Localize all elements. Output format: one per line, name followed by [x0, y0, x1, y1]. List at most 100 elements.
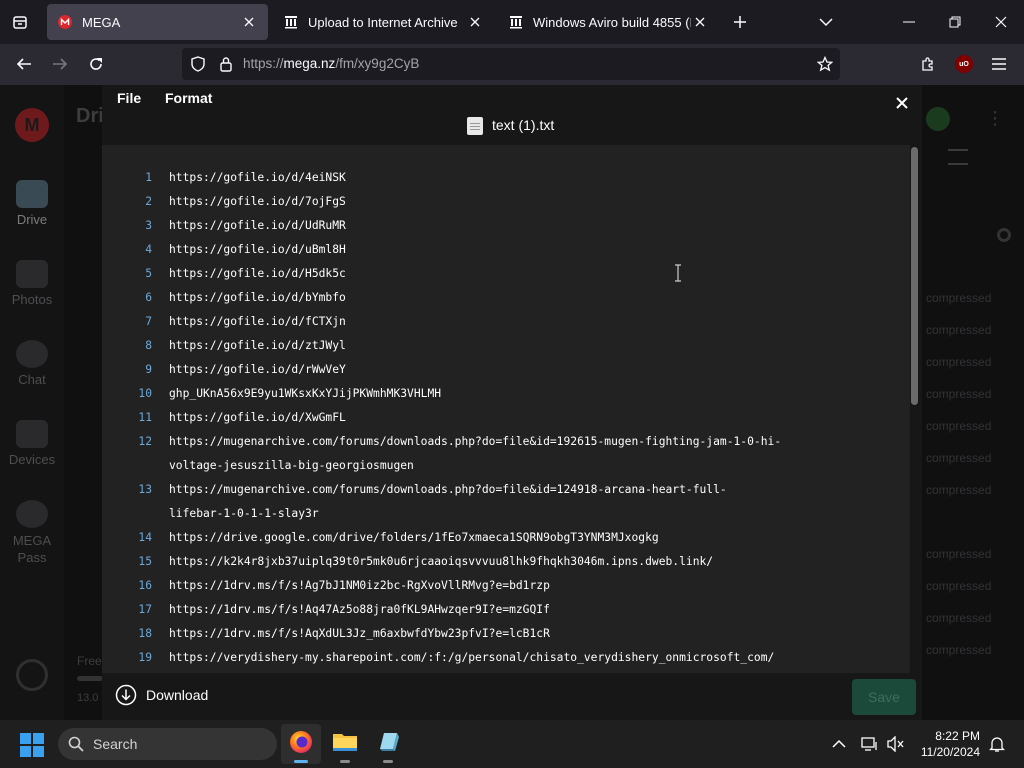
list-all-tabs-chevron-icon[interactable]	[814, 10, 838, 34]
lock-icon[interactable]	[216, 54, 236, 74]
close-tab-icon[interactable]	[240, 13, 258, 31]
tracking-protection-shield-icon[interactable]	[188, 54, 208, 74]
tab-upload-internet-archive[interactable]: Upload to Internet Archive	[273, 4, 494, 40]
close-tab-icon[interactable]	[691, 13, 709, 31]
line-number: 6	[145, 291, 152, 304]
tab-mega[interactable]: MEGA	[47, 4, 268, 40]
network-icon[interactable]	[858, 732, 882, 756]
tab-title: MEGA	[82, 14, 121, 30]
editor-text-area[interactable]: 1 https://gofile.io/d/4eiNSK 2 https://gofi…	[102, 145, 910, 673]
menu-file[interactable]: File	[117, 90, 141, 106]
save-button[interactable]: Save	[852, 679, 916, 715]
line-text: https://1drv.ms/f/s!Ag7bJ1NM0iz2bc-RgXvo…	[169, 579, 550, 592]
editor-line[interactable]: lifebar-1-0-1-1-slay3r	[102, 503, 910, 527]
url-path: /fm/xy9g2CyB	[335, 56, 420, 71]
line-number: 19	[138, 651, 152, 664]
line-text: https://mugenarchive.com/forums/download…	[169, 483, 727, 496]
file-type-label: compressed	[926, 483, 992, 497]
mega-logo: M	[15, 108, 49, 142]
line-number: 3	[145, 219, 152, 232]
hamburger-menu-icon[interactable]	[985, 50, 1013, 78]
tab-windows-aviro[interactable]: Windows Aviro build 4855 (Mil	[498, 4, 719, 40]
close-tab-icon[interactable]	[466, 13, 484, 31]
editor-line[interactable]: 14 https://drive.google.com/drive/folders…	[102, 527, 910, 551]
line-text: https://gofile.io/d/7ojFgS	[169, 195, 346, 208]
volume-muted-icon[interactable]	[884, 732, 908, 756]
search-label: Search	[93, 736, 138, 752]
line-number: 4	[145, 243, 152, 256]
close-editor-icon[interactable]	[893, 94, 911, 112]
text-cursor-ibeam-icon	[674, 264, 682, 282]
file-type-label: compressed	[926, 323, 992, 337]
gear-icon	[997, 228, 1011, 242]
line-number: 17	[138, 603, 152, 616]
close-window-icon[interactable]	[978, 6, 1024, 38]
line-number: 9	[145, 363, 152, 376]
editor-line[interactable]: 13 https://mugenarchive.com/forums/downlo…	[102, 479, 910, 503]
restore-window-icon[interactable]	[932, 6, 978, 38]
file-type-label: compressed	[926, 291, 992, 305]
taskbar-active-indicator	[294, 760, 308, 763]
editor-line[interactable]: 4 https://gofile.io/d/uBml8H	[102, 239, 910, 263]
bookmark-star-icon[interactable]	[814, 53, 836, 75]
download-icon[interactable]	[114, 683, 138, 707]
storage-free-label: Free	[77, 654, 102, 668]
editor-line[interactable]: 1 https://gofile.io/d/4eiNSK	[102, 167, 910, 191]
editor-line[interactable]: 3 https://gofile.io/d/UdRuMR	[102, 215, 910, 239]
file-type-label: compressed	[926, 419, 992, 433]
file-type-label: compressed	[926, 611, 992, 625]
editor-line[interactable]: 15 https://k2k4r8jxb37uiplq39t0r5mk0u6rjc…	[102, 551, 910, 575]
taskbar-search-box[interactable]: Search	[58, 728, 277, 760]
editor-line[interactable]: voltage-jesuszilla-big-georgiosmugen	[102, 455, 910, 479]
new-tab-plus-icon[interactable]	[728, 10, 752, 34]
editor-line[interactable]: 17 https://1drv.ms/f/s!Aq47Az5o88jra0fKL9…	[102, 599, 910, 623]
editor-footer: Download Save	[102, 673, 922, 720]
folder-icon	[16, 180, 48, 208]
sidebar-item-drive: Drive	[0, 180, 64, 227]
editor-line[interactable]: 5 https://gofile.io/d/H5dk5c	[102, 263, 910, 287]
notification-bell-icon[interactable]	[985, 732, 1009, 756]
menu-format[interactable]: Format	[165, 90, 212, 106]
reload-icon[interactable]	[82, 50, 110, 78]
taskbar-file-explorer[interactable]	[325, 724, 365, 764]
editor-line[interactable]: 18 https://1drv.ms/f/s!AqXdUL3Jz_m6axbwfd…	[102, 623, 910, 647]
editor-line[interactable]: 16 https://1drv.ms/f/s!Ag7bJ1NM0iz2bc-RgX…	[102, 575, 910, 599]
line-number: 13	[138, 483, 152, 496]
editor-scrollbar[interactable]	[910, 145, 922, 673]
show-hidden-icons-chevron-icon[interactable]	[827, 732, 851, 756]
editor-line[interactable]: 19 https://verydishery-my.sharepoint.com/…	[102, 647, 910, 671]
url-scheme: https://	[243, 56, 284, 71]
scrollbar-thumb[interactable]	[911, 147, 918, 405]
editor-line[interactable]: 12 https://mugenarchive.com/forums/downlo…	[102, 431, 910, 455]
windows-start-icon[interactable]	[20, 733, 44, 757]
ublock-origin-icon[interactable]: uO	[955, 55, 973, 73]
url-text[interactable]: https://mega.nz/fm/xy9g2CyB	[243, 56, 419, 71]
storage-bar	[77, 676, 103, 681]
line-text: https://mugenarchive.com/forums/download…	[169, 435, 782, 448]
minimize-window-icon[interactable]	[886, 6, 932, 38]
editor-line[interactable]: 8 https://gofile.io/d/ztJWyl	[102, 335, 910, 359]
editor-line[interactable]: 11 https://gofile.io/d/XwGmFL	[102, 407, 910, 431]
editor-line[interactable]: 6 https://gofile.io/d/bYmbfo	[102, 287, 910, 311]
line-text: https://verydishery-my.sharepoint.com/:f…	[169, 651, 775, 664]
tab-title: Windows Aviro build 4855 (Mil	[533, 14, 691, 30]
system-clock[interactable]: 8:22 PM 11/20/2024	[910, 728, 980, 760]
firefox-view-icon[interactable]	[8, 10, 32, 34]
back-arrow-icon[interactable]	[10, 50, 38, 78]
sidebar-item-label: Devices	[8, 452, 56, 467]
line-text: https://gofile.io/d/4eiNSK	[169, 171, 346, 184]
download-button[interactable]: Download	[146, 687, 208, 703]
address-bar[interactable]: https://mega.nz/fm/xy9g2CyB	[182, 48, 840, 80]
forward-arrow-icon[interactable]	[46, 50, 74, 78]
extensions-puzzle-icon[interactable]	[914, 50, 942, 78]
editor-line[interactable]: 7 https://gofile.io/d/fCTXjn	[102, 311, 910, 335]
taskbar-sandbox-app[interactable]	[368, 724, 408, 764]
editor-line[interactable]: 9 https://gofile.io/d/rWwVeY	[102, 359, 910, 383]
line-number: 7	[145, 315, 152, 328]
sidebar-item-label: Photos	[11, 292, 53, 307]
avatar	[926, 107, 950, 131]
editor-line[interactable]: 10 ghp_UKnA56x9E9yu1WKsxKxYJijPKWmhMK3VHL…	[102, 383, 910, 407]
file-explorer-icon	[332, 730, 358, 759]
editor-line[interactable]: 2 https://gofile.io/d/7ojFgS	[102, 191, 910, 215]
taskbar-firefox[interactable]	[281, 724, 321, 764]
